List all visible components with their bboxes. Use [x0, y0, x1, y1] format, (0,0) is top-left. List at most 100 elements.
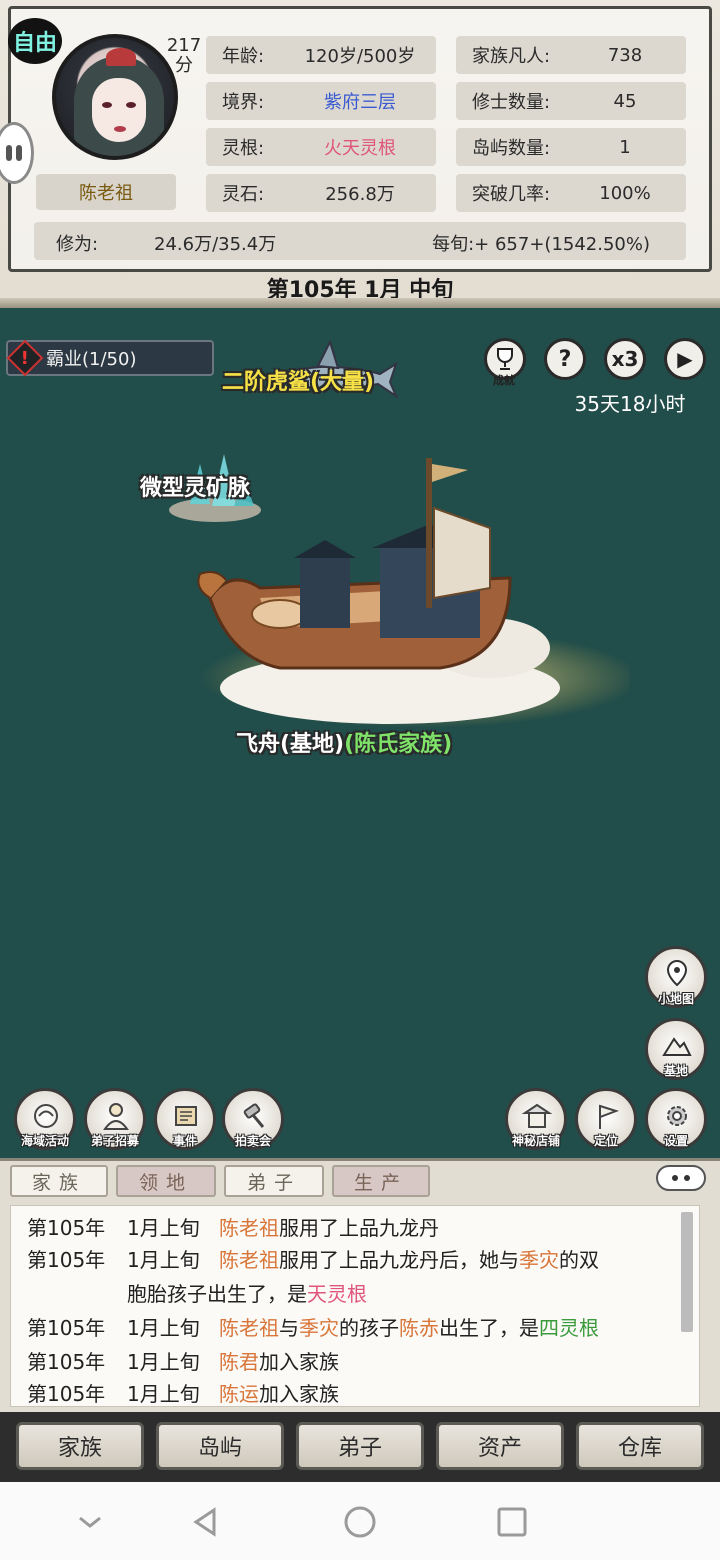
home-icon[interactable]: [342, 1504, 378, 1540]
recents-icon[interactable]: [494, 1504, 530, 1540]
log-year: 第105年: [27, 1350, 106, 1374]
ship-name: 飞舟(基地): [236, 732, 345, 757]
stat-value: 45: [613, 90, 637, 112]
minimap-button[interactable]: 小地图: [645, 946, 707, 1008]
stat-age: 年龄: 120岁/500岁: [206, 36, 436, 74]
nav-warehouse[interactable]: 仓库: [576, 1422, 704, 1470]
log-text: 陈君: [219, 1350, 259, 1374]
shark-label[interactable]: 二阶虎鲨(大量): [222, 364, 374, 396]
auction-button[interactable]: 拍卖会: [222, 1088, 284, 1150]
flying-ship-icon[interactable]: [190, 448, 630, 748]
cultivation-value: 24.6万/35.4万: [154, 234, 277, 255]
sea-map[interactable]: ! 霸业(1/50) ? x3 ▶ 成就 35天18小时 二阶虎鲨(大量) 微型…: [0, 308, 720, 1158]
log-text: 天灵根: [307, 1282, 367, 1306]
stat-value: 100%: [599, 182, 651, 204]
log-text: 陈老祖: [219, 1248, 279, 1272]
log-text: 的孩子: [339, 1316, 399, 1340]
tab-family[interactable]: 家族: [10, 1165, 108, 1197]
log-month: 1月上旬: [127, 1350, 200, 1374]
dominion-progress-button[interactable]: ! 霸业(1/50): [6, 339, 214, 377]
events-button[interactable]: 事件: [154, 1088, 216, 1150]
nav-assets[interactable]: 资产: [436, 1422, 564, 1470]
sea-activity-label: 海域活动: [20, 1134, 69, 1148]
log-text: 服用了上品九龙丹: [279, 1216, 439, 1240]
gear-icon: [667, 1106, 687, 1126]
log-year: 第105年: [27, 1248, 106, 1272]
stat-label: 境界:: [222, 92, 265, 113]
sea-activity-button[interactable]: 海域活动: [14, 1088, 76, 1150]
free-mode-badge[interactable]: 自由: [8, 18, 62, 64]
stat-value: 1: [619, 136, 631, 158]
log-entry: 第105年 1月上旬 陈老祖与季灾的孩子陈赤出生了，是四灵根: [27, 1312, 599, 1341]
dominion-label: 霸业(1/50): [46, 349, 137, 370]
chat-toggle-icon[interactable]: [656, 1165, 706, 1191]
avatar-eye: [126, 102, 136, 108]
stat-value: 738: [607, 44, 643, 66]
log-month: 1月上旬: [127, 1248, 200, 1272]
log-text: 陈赤: [399, 1316, 439, 1340]
nav-islands[interactable]: 岛屿: [156, 1422, 284, 1470]
play-button[interactable]: ▶: [664, 338, 706, 380]
stat-label: 修士数量:: [472, 92, 551, 113]
nav-family[interactable]: 家族: [16, 1422, 144, 1470]
base-button[interactable]: 基地: [645, 1018, 707, 1080]
character-name[interactable]: 陈老祖: [36, 174, 176, 210]
mystery-shop-button[interactable]: 神秘店铺: [505, 1088, 567, 1150]
avatar-hair-ornament: [106, 48, 136, 66]
stat-spirit-root: 灵根: 火天灵根: [206, 128, 436, 166]
game-date: 第105年 1月 中旬: [266, 278, 454, 303]
log-text: 出生了，是: [439, 1316, 539, 1340]
nav-disciples[interactable]: 弟子: [296, 1422, 424, 1470]
log-text: 季灾: [299, 1316, 339, 1340]
event-log[interactable]: 第105年 1月上旬 陈老祖服用了上品九龙丹 第105年 1月上旬 陈老祖服用了上品九龙丹…: [10, 1205, 700, 1407]
stat-family-mortals: 家族凡人: 738: [456, 36, 686, 74]
scroll-icon: [175, 1106, 197, 1126]
play-icon: ▶: [677, 347, 693, 371]
locate-button[interactable]: 定位: [575, 1088, 637, 1150]
bottom-nav: 家族 岛屿 弟子 资产 仓库: [0, 1412, 720, 1482]
tab-production[interactable]: 生产: [332, 1165, 430, 1197]
log-scrollbar[interactable]: [681, 1212, 693, 1332]
tab-territory[interactable]: 领地: [116, 1165, 216, 1197]
map-pin-icon: [666, 959, 688, 987]
cultivation-rate: 每旬:+ 657+(1542.50%): [432, 234, 650, 255]
log-text: 四灵根: [539, 1316, 599, 1340]
stat-label: 岛屿数量:: [472, 138, 551, 159]
stat-spirit-stones: 灵石: 256.8万: [206, 174, 436, 212]
pavilion-icon: [522, 1103, 552, 1128]
avatar-lips: [114, 126, 126, 132]
log-entry: 第105年 1月上旬 陈老祖服用了上品九龙丹: [27, 1212, 439, 1241]
stat-cultivator-count: 修士数量: 45: [456, 82, 686, 120]
log-month: 1月上旬: [127, 1216, 200, 1240]
log-text: 加入家族: [259, 1350, 339, 1374]
log-text: 服用了上品九龙丹后，她与: [279, 1248, 519, 1272]
help-button[interactable]: ?: [544, 338, 586, 380]
flag-icon: [599, 1104, 620, 1129]
stat-breakthrough-chance: 突破几率: 100%: [456, 174, 686, 212]
stat-label: 年龄:: [222, 46, 265, 67]
log-entry: 第105年 1月上旬 陈君加入家族: [27, 1346, 339, 1375]
back-icon[interactable]: [188, 1504, 224, 1540]
locate-label: 定位: [593, 1134, 618, 1148]
chevron-down-icon[interactable]: [72, 1504, 108, 1540]
countdown-timer: 35天18小时: [574, 392, 686, 416]
speed-button[interactable]: x3: [604, 338, 646, 380]
settings-button[interactable]: 设置: [645, 1088, 707, 1150]
mystery-shop-label: 神秘店铺: [511, 1134, 560, 1148]
character-panel: 自由 217 分 陈老祖 年龄: 120岁/500岁 境界: 紫府三层 灵根: …: [0, 0, 720, 308]
log-year: 第105年: [27, 1382, 106, 1406]
recruit-disciple-button[interactable]: 弟子招募: [84, 1088, 146, 1150]
log-text: 陈老祖: [219, 1316, 279, 1340]
flying-ship-label[interactable]: 飞舟(基地)(陈氏家族): [236, 726, 452, 758]
log-year: 第105年: [27, 1216, 106, 1240]
tab-disciples[interactable]: 弟子: [224, 1165, 324, 1197]
stat-realm: 境界: 紫府三层: [206, 82, 436, 120]
settings-label: 设置: [663, 1134, 688, 1148]
log-text: 陈老祖: [219, 1216, 279, 1240]
ship-family: (陈氏家族): [344, 732, 453, 757]
gavel-icon: [243, 1103, 265, 1128]
character-avatar[interactable]: [52, 34, 178, 160]
log-entry: 胞胎孩子出生了，是天灵根: [27, 1278, 367, 1307]
character-score: 217 分: [166, 35, 202, 76]
log-month: 1月上旬: [127, 1316, 200, 1340]
